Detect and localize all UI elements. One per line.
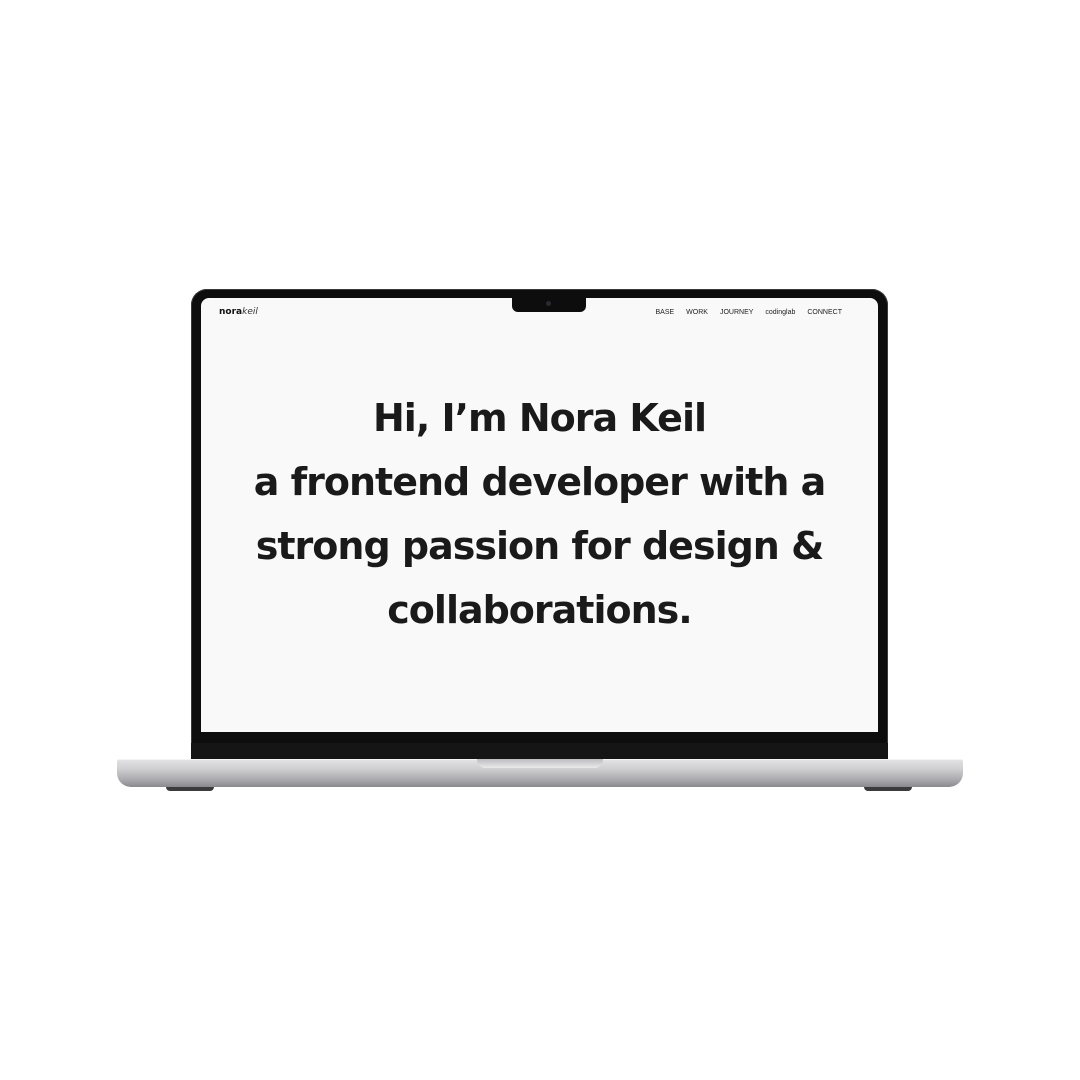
hero-line-passion: strong passion for design & [255, 524, 824, 568]
lid-opening-notch [477, 759, 603, 768]
hero-heading: Hi, I’m Nora Keil a frontend developer w… [201, 386, 878, 642]
laptop-foot-right [864, 787, 912, 791]
screen-notch [512, 298, 586, 312]
laptop-foot-left [166, 787, 214, 791]
laptop-base [117, 759, 963, 787]
laptop-hinge [191, 743, 888, 759]
laptop-screen: norakeil BASE WORK JOURNEY codinglab CON… [201, 298, 878, 732]
logo-last-name: keil [242, 307, 258, 317]
site-logo[interactable]: norakeil [219, 307, 258, 318]
camera-icon [546, 301, 551, 306]
laptop-lid: norakeil BASE WORK JOURNEY codinglab CON… [191, 289, 888, 759]
site-nav: BASE WORK JOURNEY codinglab CONNECT [655, 308, 842, 317]
mockup-stage: norakeil BASE WORK JOURNEY codinglab CON… [0, 0, 1080, 1080]
nav-item-connect[interactable]: CONNECT [807, 308, 842, 317]
nav-item-base[interactable]: BASE [655, 308, 674, 317]
logo-first-name: nora [219, 307, 243, 317]
nav-item-journey[interactable]: JOURNEY [720, 308, 753, 317]
hero-line-greeting: Hi, I’m Nora Keil [372, 396, 707, 440]
hero-line-role: a frontend developer with a [253, 460, 827, 504]
nav-item-codinglab[interactable]: codinglab [765, 308, 795, 317]
hero-line-collaborations: collaborations. [387, 588, 692, 632]
nav-item-work[interactable]: WORK [686, 308, 708, 317]
